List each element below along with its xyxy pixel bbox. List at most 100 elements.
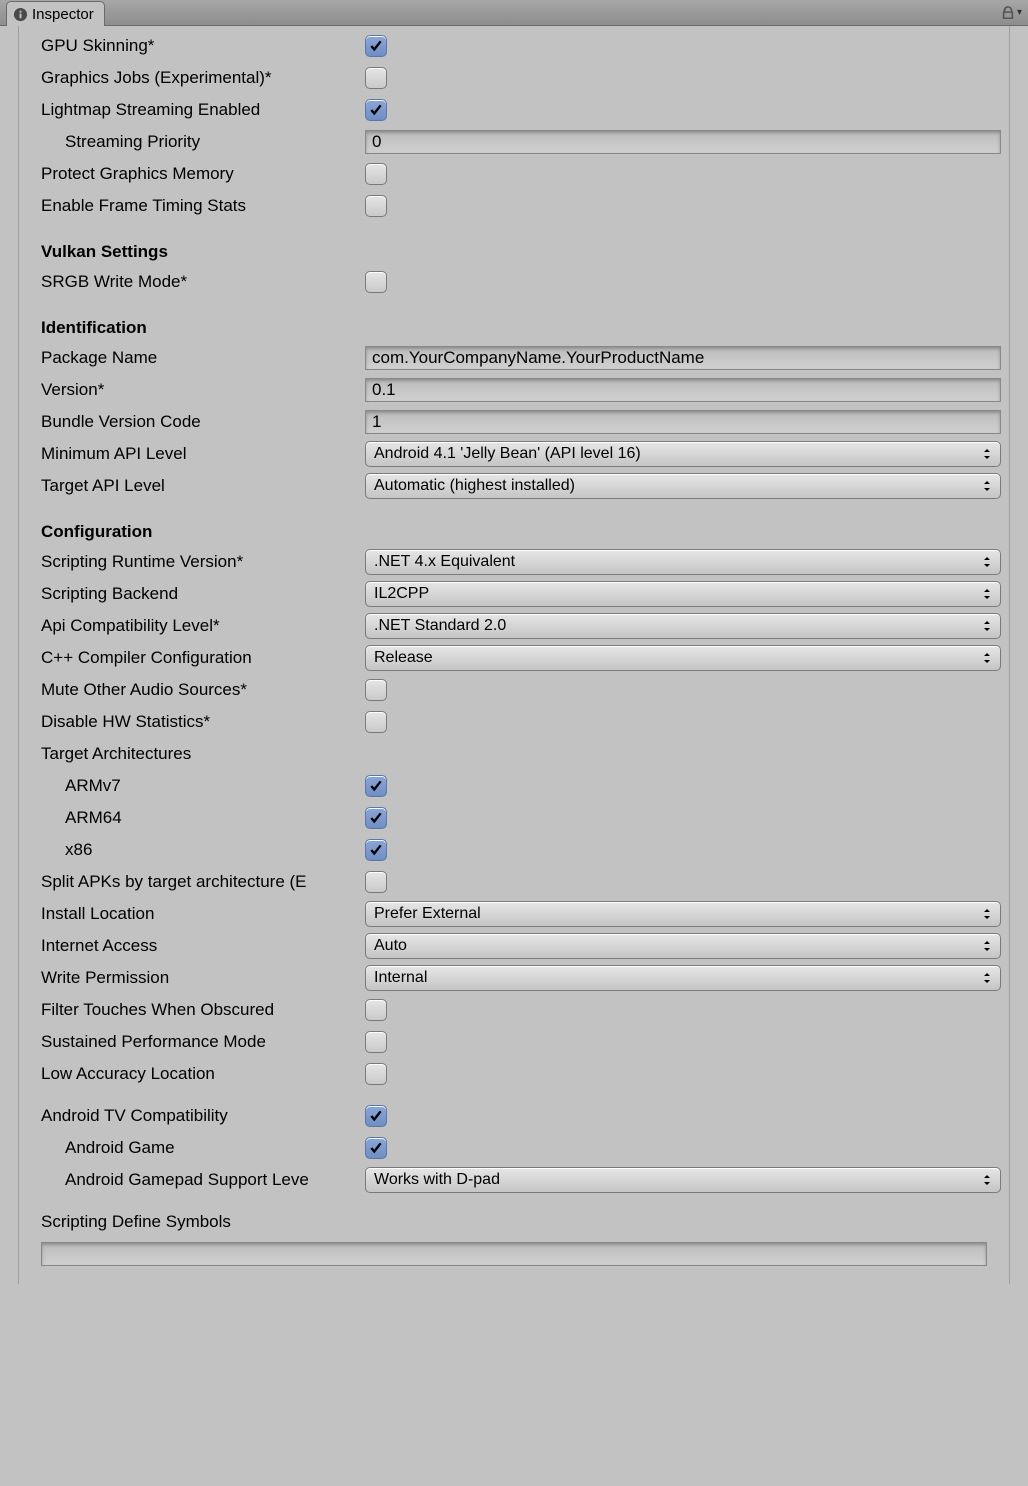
checkbox-x86[interactable]: [365, 839, 387, 861]
row-package-name: Package Name: [19, 342, 1009, 374]
checkbox-mute-other-audio[interactable]: [365, 679, 387, 701]
checkbox-split-apks[interactable]: [365, 871, 387, 893]
label-gpu-skinning: GPU Skinning*: [41, 36, 365, 56]
checkbox-arm64[interactable]: [365, 807, 387, 829]
dropdown-cpp-compiler-config[interactable]: Release: [365, 645, 1001, 671]
label-enable-frame-timing: Enable Frame Timing Stats: [41, 196, 365, 216]
row-armv7: ARMv7: [19, 770, 1009, 802]
row-minimum-api-level: Minimum API Level Android 4.1 'Jelly Bea…: [19, 438, 1009, 470]
row-arm64: ARM64: [19, 802, 1009, 834]
checkbox-disable-hw-stats[interactable]: [365, 711, 387, 733]
row-target-architectures: Target Architectures: [19, 738, 1009, 770]
dropdown-api-compat-level[interactable]: .NET Standard 2.0: [365, 613, 1001, 639]
row-android-tv-compat: Android TV Compatibility: [19, 1100, 1009, 1132]
row-target-api-level: Target API Level Automatic (highest inst…: [19, 470, 1009, 502]
row-scripting-runtime-version: Scripting Runtime Version* .NET 4.x Equi…: [19, 546, 1009, 578]
label-scripting-runtime-version: Scripting Runtime Version*: [41, 552, 365, 572]
checkbox-low-accuracy-location[interactable]: [365, 1063, 387, 1085]
section-vulkan-settings: Vulkan Settings: [19, 222, 1009, 266]
row-scripting-define-symbols: Scripting Define Symbols: [19, 1206, 1009, 1238]
dropdown-install-location[interactable]: Prefer External: [365, 901, 1001, 927]
label-write-permission: Write Permission: [41, 968, 365, 988]
scroll-area: GPU Skinning* Graphics Jobs (Experimenta…: [18, 26, 1010, 1284]
row-scripting-backend: Scripting Backend IL2CPP: [19, 578, 1009, 610]
row-srgb-write-mode: SRGB Write Mode*: [19, 266, 1009, 298]
row-api-compat-level: Api Compatibility Level* .NET Standard 2…: [19, 610, 1009, 642]
label-cpp-compiler-config: C++ Compiler Configuration: [41, 648, 365, 668]
label-low-accuracy-location: Low Accuracy Location: [41, 1064, 365, 1084]
label-bundle-version-code: Bundle Version Code: [41, 412, 365, 432]
checkbox-enable-frame-timing[interactable]: [365, 195, 387, 217]
dropdown-minimum-api-level[interactable]: Android 4.1 'Jelly Bean' (API level 16): [365, 441, 1001, 467]
input-package-name[interactable]: [365, 346, 1001, 370]
label-api-compat-level: Api Compatibility Level*: [41, 616, 365, 636]
row-x86: x86: [19, 834, 1009, 866]
checkbox-protect-graphics-memory[interactable]: [365, 163, 387, 185]
input-version[interactable]: [365, 378, 1001, 402]
checkbox-sustained-perf[interactable]: [365, 1031, 387, 1053]
row-sustained-perf: Sustained Performance Mode: [19, 1026, 1009, 1058]
label-filter-touches: Filter Touches When Obscured: [41, 1000, 365, 1020]
label-streaming-priority: Streaming Priority: [65, 132, 365, 152]
label-target-api-level: Target API Level: [41, 476, 365, 496]
row-protect-graphics-memory: Protect Graphics Memory: [19, 158, 1009, 190]
tab-right-controls: ▾: [1001, 6, 1028, 20]
row-streaming-priority: Streaming Priority: [19, 126, 1009, 158]
label-split-apks: Split APKs by target architecture (E: [41, 872, 365, 892]
checkbox-android-game[interactable]: [365, 1137, 387, 1159]
row-scripting-define-symbols-input: [19, 1238, 1009, 1270]
row-disable-hw-stats: Disable HW Statistics*: [19, 706, 1009, 738]
inspector-panel: GPU Skinning* Graphics Jobs (Experimenta…: [0, 26, 1028, 1284]
label-scripting-backend: Scripting Backend: [41, 584, 365, 604]
row-android-gamepad-support: Android Gamepad Support Leve Works with …: [19, 1164, 1009, 1196]
row-low-accuracy-location: Low Accuracy Location: [19, 1058, 1009, 1090]
row-lightmap-streaming: Lightmap Streaming Enabled: [19, 94, 1009, 126]
row-enable-frame-timing: Enable Frame Timing Stats: [19, 190, 1009, 222]
input-streaming-priority[interactable]: [365, 130, 1001, 154]
label-scripting-define-symbols: Scripting Define Symbols: [41, 1212, 1001, 1232]
label-protect-graphics-memory: Protect Graphics Memory: [41, 164, 365, 184]
row-filter-touches: Filter Touches When Obscured: [19, 994, 1009, 1026]
tab-label: Inspector: [32, 6, 94, 23]
label-internet-access: Internet Access: [41, 936, 365, 956]
label-arm64: ARM64: [65, 808, 365, 828]
row-write-permission: Write Permission Internal: [19, 962, 1009, 994]
checkbox-graphics-jobs[interactable]: [365, 67, 387, 89]
label-sustained-perf: Sustained Performance Mode: [41, 1032, 365, 1052]
dropdown-android-gamepad-support[interactable]: Works with D-pad: [365, 1167, 1001, 1193]
label-package-name: Package Name: [41, 348, 365, 368]
dropdown-internet-access[interactable]: Auto: [365, 933, 1001, 959]
checkbox-lightmap-streaming[interactable]: [365, 99, 387, 121]
label-x86: x86: [65, 840, 365, 860]
label-android-game: Android Game: [65, 1138, 365, 1158]
label-disable-hw-stats: Disable HW Statistics*: [41, 712, 365, 732]
row-split-apks: Split APKs by target architecture (E: [19, 866, 1009, 898]
input-scripting-define-symbols[interactable]: [41, 1242, 987, 1266]
section-configuration: Configuration: [19, 502, 1009, 546]
checkbox-gpu-skinning[interactable]: [365, 35, 387, 57]
row-android-game: Android Game: [19, 1132, 1009, 1164]
checkbox-armv7[interactable]: [365, 775, 387, 797]
dropdown-write-permission[interactable]: Internal: [365, 965, 1001, 991]
checkbox-srgb-write-mode[interactable]: [365, 271, 387, 293]
context-menu-icon[interactable]: ▾: [1017, 7, 1022, 18]
inspector-tab[interactable]: Inspector: [6, 1, 105, 26]
dropdown-scripting-runtime-version[interactable]: .NET 4.x Equivalent: [365, 549, 1001, 575]
label-android-gamepad-support: Android Gamepad Support Leve: [65, 1170, 365, 1190]
label-target-architectures: Target Architectures: [41, 744, 365, 764]
row-mute-other-audio: Mute Other Audio Sources*: [19, 674, 1009, 706]
row-bundle-version-code: Bundle Version Code: [19, 406, 1009, 438]
checkbox-android-tv-compat[interactable]: [365, 1105, 387, 1127]
dropdown-scripting-backend[interactable]: IL2CPP: [365, 581, 1001, 607]
row-graphics-jobs: Graphics Jobs (Experimental)*: [19, 62, 1009, 94]
row-cpp-compiler-config: C++ Compiler Configuration Release: [19, 642, 1009, 674]
section-identification: Identification: [19, 298, 1009, 342]
label-lightmap-streaming: Lightmap Streaming Enabled: [41, 100, 365, 120]
row-gpu-skinning: GPU Skinning*: [19, 30, 1009, 62]
label-mute-other-audio: Mute Other Audio Sources*: [41, 680, 365, 700]
input-bundle-version-code[interactable]: [365, 410, 1001, 434]
checkbox-filter-touches[interactable]: [365, 999, 387, 1021]
dropdown-target-api-level[interactable]: Automatic (highest installed): [365, 473, 1001, 499]
label-install-location: Install Location: [41, 904, 365, 924]
lock-icon[interactable]: [1001, 6, 1015, 20]
